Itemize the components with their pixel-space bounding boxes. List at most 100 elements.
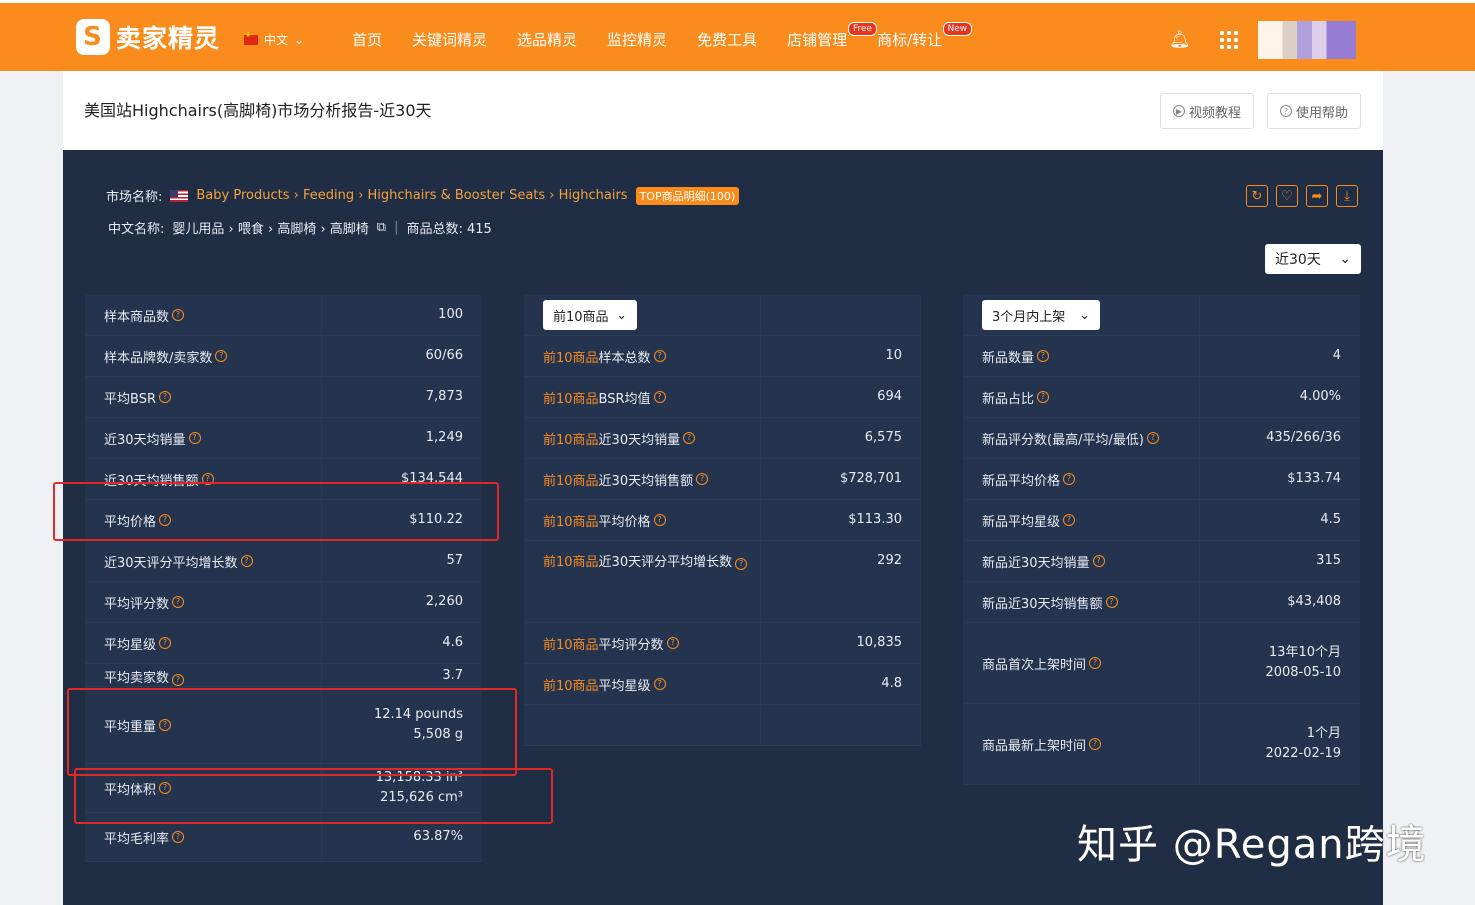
help-icon[interactable]: ? bbox=[172, 674, 185, 686]
share-icon[interactable]: ➦ bbox=[1306, 185, 1328, 207]
external-link-icon[interactable]: ⧉ bbox=[377, 220, 386, 235]
help-icon[interactable]: ? bbox=[735, 558, 748, 570]
free-badge: Free bbox=[847, 22, 878, 36]
download-icon[interactable]: ⤓ bbox=[1336, 185, 1358, 207]
table-row: 新品占比? 4.00% bbox=[963, 377, 1360, 418]
logo-text: 卖家精灵 bbox=[116, 24, 221, 53]
help-icon[interactable]: ? bbox=[1089, 657, 1102, 669]
help-icon[interactable]: ? bbox=[159, 637, 172, 649]
help-icon[interactable]: ? bbox=[653, 678, 666, 690]
refresh-icon[interactable]: ↻ bbox=[1246, 185, 1268, 207]
help-icon[interactable]: ? bbox=[188, 432, 201, 444]
chevron-down-icon: ⌄ bbox=[1339, 251, 1351, 267]
play-icon: ▶ bbox=[1173, 105, 1185, 117]
help-icon[interactable]: ? bbox=[172, 596, 185, 608]
chinese-breadcrumb: 婴儿用品 › 喂食 › 高脚椅 › 高脚椅 bbox=[172, 222, 369, 237]
help-icon[interactable]: ? bbox=[172, 831, 185, 843]
chinese-name-row: 中文名称: 婴儿用品 › 喂食 › 高脚椅 › 高脚椅 ⧉ | 商品总数: 41… bbox=[108, 220, 492, 237]
nav-home[interactable]: 首页 bbox=[352, 29, 382, 50]
category-breadcrumb[interactable]: Baby Products › Feeding › Highchairs & B… bbox=[196, 188, 627, 203]
action-toolbar: ↻ ♡ ➦ ⤓ bbox=[1246, 185, 1358, 207]
top10-stats-table: 前10商品 ⌄ 前10商品 样本总数? 10 前10商品 BSR均值? 694 前10商品… bbox=[524, 295, 921, 746]
table-row: 前10商品 近30天均销量? 6,575 bbox=[524, 418, 921, 459]
table-row: 新品数量? 4 bbox=[963, 336, 1360, 377]
help-icon[interactable]: ? bbox=[696, 473, 709, 485]
help-icon[interactable]: ? bbox=[1063, 473, 1076, 485]
help-icon[interactable]: ? bbox=[1089, 738, 1102, 750]
table-row: 平均BSR? 7,873 bbox=[85, 377, 482, 418]
avatar[interactable] bbox=[1258, 21, 1356, 59]
table-row bbox=[524, 705, 921, 746]
table-row: 前10商品 近30天均销售额? $728,701 bbox=[524, 459, 921, 500]
help-icon[interactable]: ? bbox=[653, 391, 666, 403]
heart-icon[interactable]: ♡ bbox=[1276, 185, 1298, 207]
table-row: 前10商品 BSR均值? 694 bbox=[524, 377, 921, 418]
nav-store[interactable]: 店铺管理 Free bbox=[787, 22, 878, 50]
help-icon[interactable]: ? bbox=[1063, 514, 1076, 526]
market-name-row: 市场名称: Baby Products › Feeding › Highchai… bbox=[106, 186, 740, 205]
table-row: 前10商品 平均评分数? 10,835 bbox=[524, 623, 921, 664]
table-row: 新品近30天均销售额? $43,408 bbox=[963, 582, 1360, 623]
help-icon[interactable]: ? bbox=[158, 391, 171, 403]
help-button[interactable]: ? 使用帮助 bbox=[1267, 93, 1362, 129]
language-label: 中文 bbox=[264, 33, 289, 47]
table-row: 前10商品近30天评分平均增长数? 292 bbox=[524, 541, 921, 623]
chevron-down-icon: ⌄ bbox=[616, 307, 627, 323]
help-icon[interactable]: ? bbox=[1037, 391, 1050, 403]
help-icon[interactable]: ? bbox=[215, 350, 228, 362]
new-badge: New bbox=[942, 22, 973, 36]
nav-keyword[interactable]: 关键词精灵 bbox=[412, 29, 487, 50]
period-select[interactable]: 近30天 ⌄ bbox=[1265, 244, 1361, 274]
top-navbar: S 卖家精灵 中文 ⌄ 首页 关键词精灵 选品精灵 监控精灵 免费工具 店铺管理… bbox=[0, 0, 1475, 71]
highlight-box-price bbox=[53, 482, 499, 541]
watermark: 知乎 @Regan跨境 bbox=[1077, 822, 1427, 868]
report-header: 美国站Highchairs(高脚椅)市场分析报告-近30天 ▶ 视频教程 ? 使… bbox=[63, 71, 1383, 150]
table-row: 样本品牌数/卖家数? 60/66 bbox=[85, 336, 482, 377]
total-products: 商品总数: 415 bbox=[406, 222, 492, 237]
table-row: 平均星级? 4.6 bbox=[85, 623, 482, 664]
language-switcher[interactable]: 中文 ⌄ bbox=[244, 31, 304, 48]
top-products-badge[interactable]: TOP商品明细(100) bbox=[635, 186, 740, 205]
table-row: 前10商品 样本总数? 10 bbox=[524, 336, 921, 377]
table-header-row: 前10商品 ⌄ bbox=[524, 295, 921, 336]
help-icon[interactable]: ? bbox=[172, 309, 185, 321]
table-row: 平均评分数? 2,260 bbox=[85, 582, 482, 623]
highlight-box-volume bbox=[74, 768, 553, 824]
china-flag-icon bbox=[244, 31, 258, 45]
table-row: 新品平均价格? $133.74 bbox=[963, 459, 1360, 500]
table-row: 近30天均销量? 1,249 bbox=[85, 418, 482, 459]
help-icon[interactable]: ? bbox=[1146, 432, 1159, 444]
top10-select[interactable]: 前10商品 ⌄ bbox=[543, 300, 637, 330]
page-title: 美国站Highchairs(高脚椅)市场分析报告-近30天 bbox=[84, 101, 432, 120]
chevron-down-icon: ⌄ bbox=[1079, 307, 1090, 323]
help-icon[interactable]: ? bbox=[666, 637, 679, 649]
new-products-table: 3个月内上架 ⌄ 新品数量? 4 新品占比? 4.00% 新品评分数(最高/平均/最低… bbox=[963, 295, 1360, 785]
help-icon[interactable]: ? bbox=[653, 350, 666, 362]
table-row: 商品首次上架时间? 13年10个月 2008-05-10 bbox=[963, 623, 1360, 704]
table-row: 新品近30天均销量? 315 bbox=[963, 541, 1360, 582]
apps-grid-icon[interactable] bbox=[1220, 31, 1238, 49]
table-row: 商品最新上架时间? 1个月 2022-02-19 bbox=[963, 704, 1360, 785]
table-row: 新品平均星级? 4.5 bbox=[963, 500, 1360, 541]
new-product-range-select[interactable]: 3个月内上架 ⌄ bbox=[982, 300, 1100, 330]
nav-product[interactable]: 选品精灵 bbox=[517, 29, 577, 50]
help-icon[interactable]: ? bbox=[1105, 596, 1118, 608]
help-icon[interactable]: ? bbox=[240, 555, 253, 567]
help-icon[interactable]: ? bbox=[653, 514, 666, 526]
help-icon[interactable]: ? bbox=[683, 432, 696, 444]
help-icon[interactable]: ? bbox=[1092, 555, 1105, 567]
nav-free-tools[interactable]: 免费工具 bbox=[697, 29, 757, 50]
table-row: 前10商品 平均价格? $113.30 bbox=[524, 500, 921, 541]
chevron-down-icon: ⌄ bbox=[294, 32, 305, 47]
bell-icon[interactable]: 🔔︎ bbox=[1169, 30, 1191, 50]
video-tutorial-button[interactable]: ▶ 视频教程 bbox=[1160, 93, 1255, 129]
highlight-box-weight bbox=[67, 688, 517, 776]
help-icon[interactable]: ? bbox=[1037, 350, 1050, 362]
nav-monitor[interactable]: 监控精灵 bbox=[607, 29, 667, 50]
question-icon: ? bbox=[1280, 105, 1292, 117]
nav-trademark[interactable]: 商标/转让 New bbox=[877, 22, 973, 50]
main-nav: 首页 关键词精灵 选品精灵 监控精灵 免费工具 店铺管理 Free 商标/转让 Ne… bbox=[352, 22, 973, 50]
table-row: 近30天评分平均增长数? 57 bbox=[85, 541, 482, 582]
brand-logo[interactable]: S 卖家精灵 bbox=[76, 19, 220, 55]
logo-icon: S bbox=[76, 19, 110, 55]
